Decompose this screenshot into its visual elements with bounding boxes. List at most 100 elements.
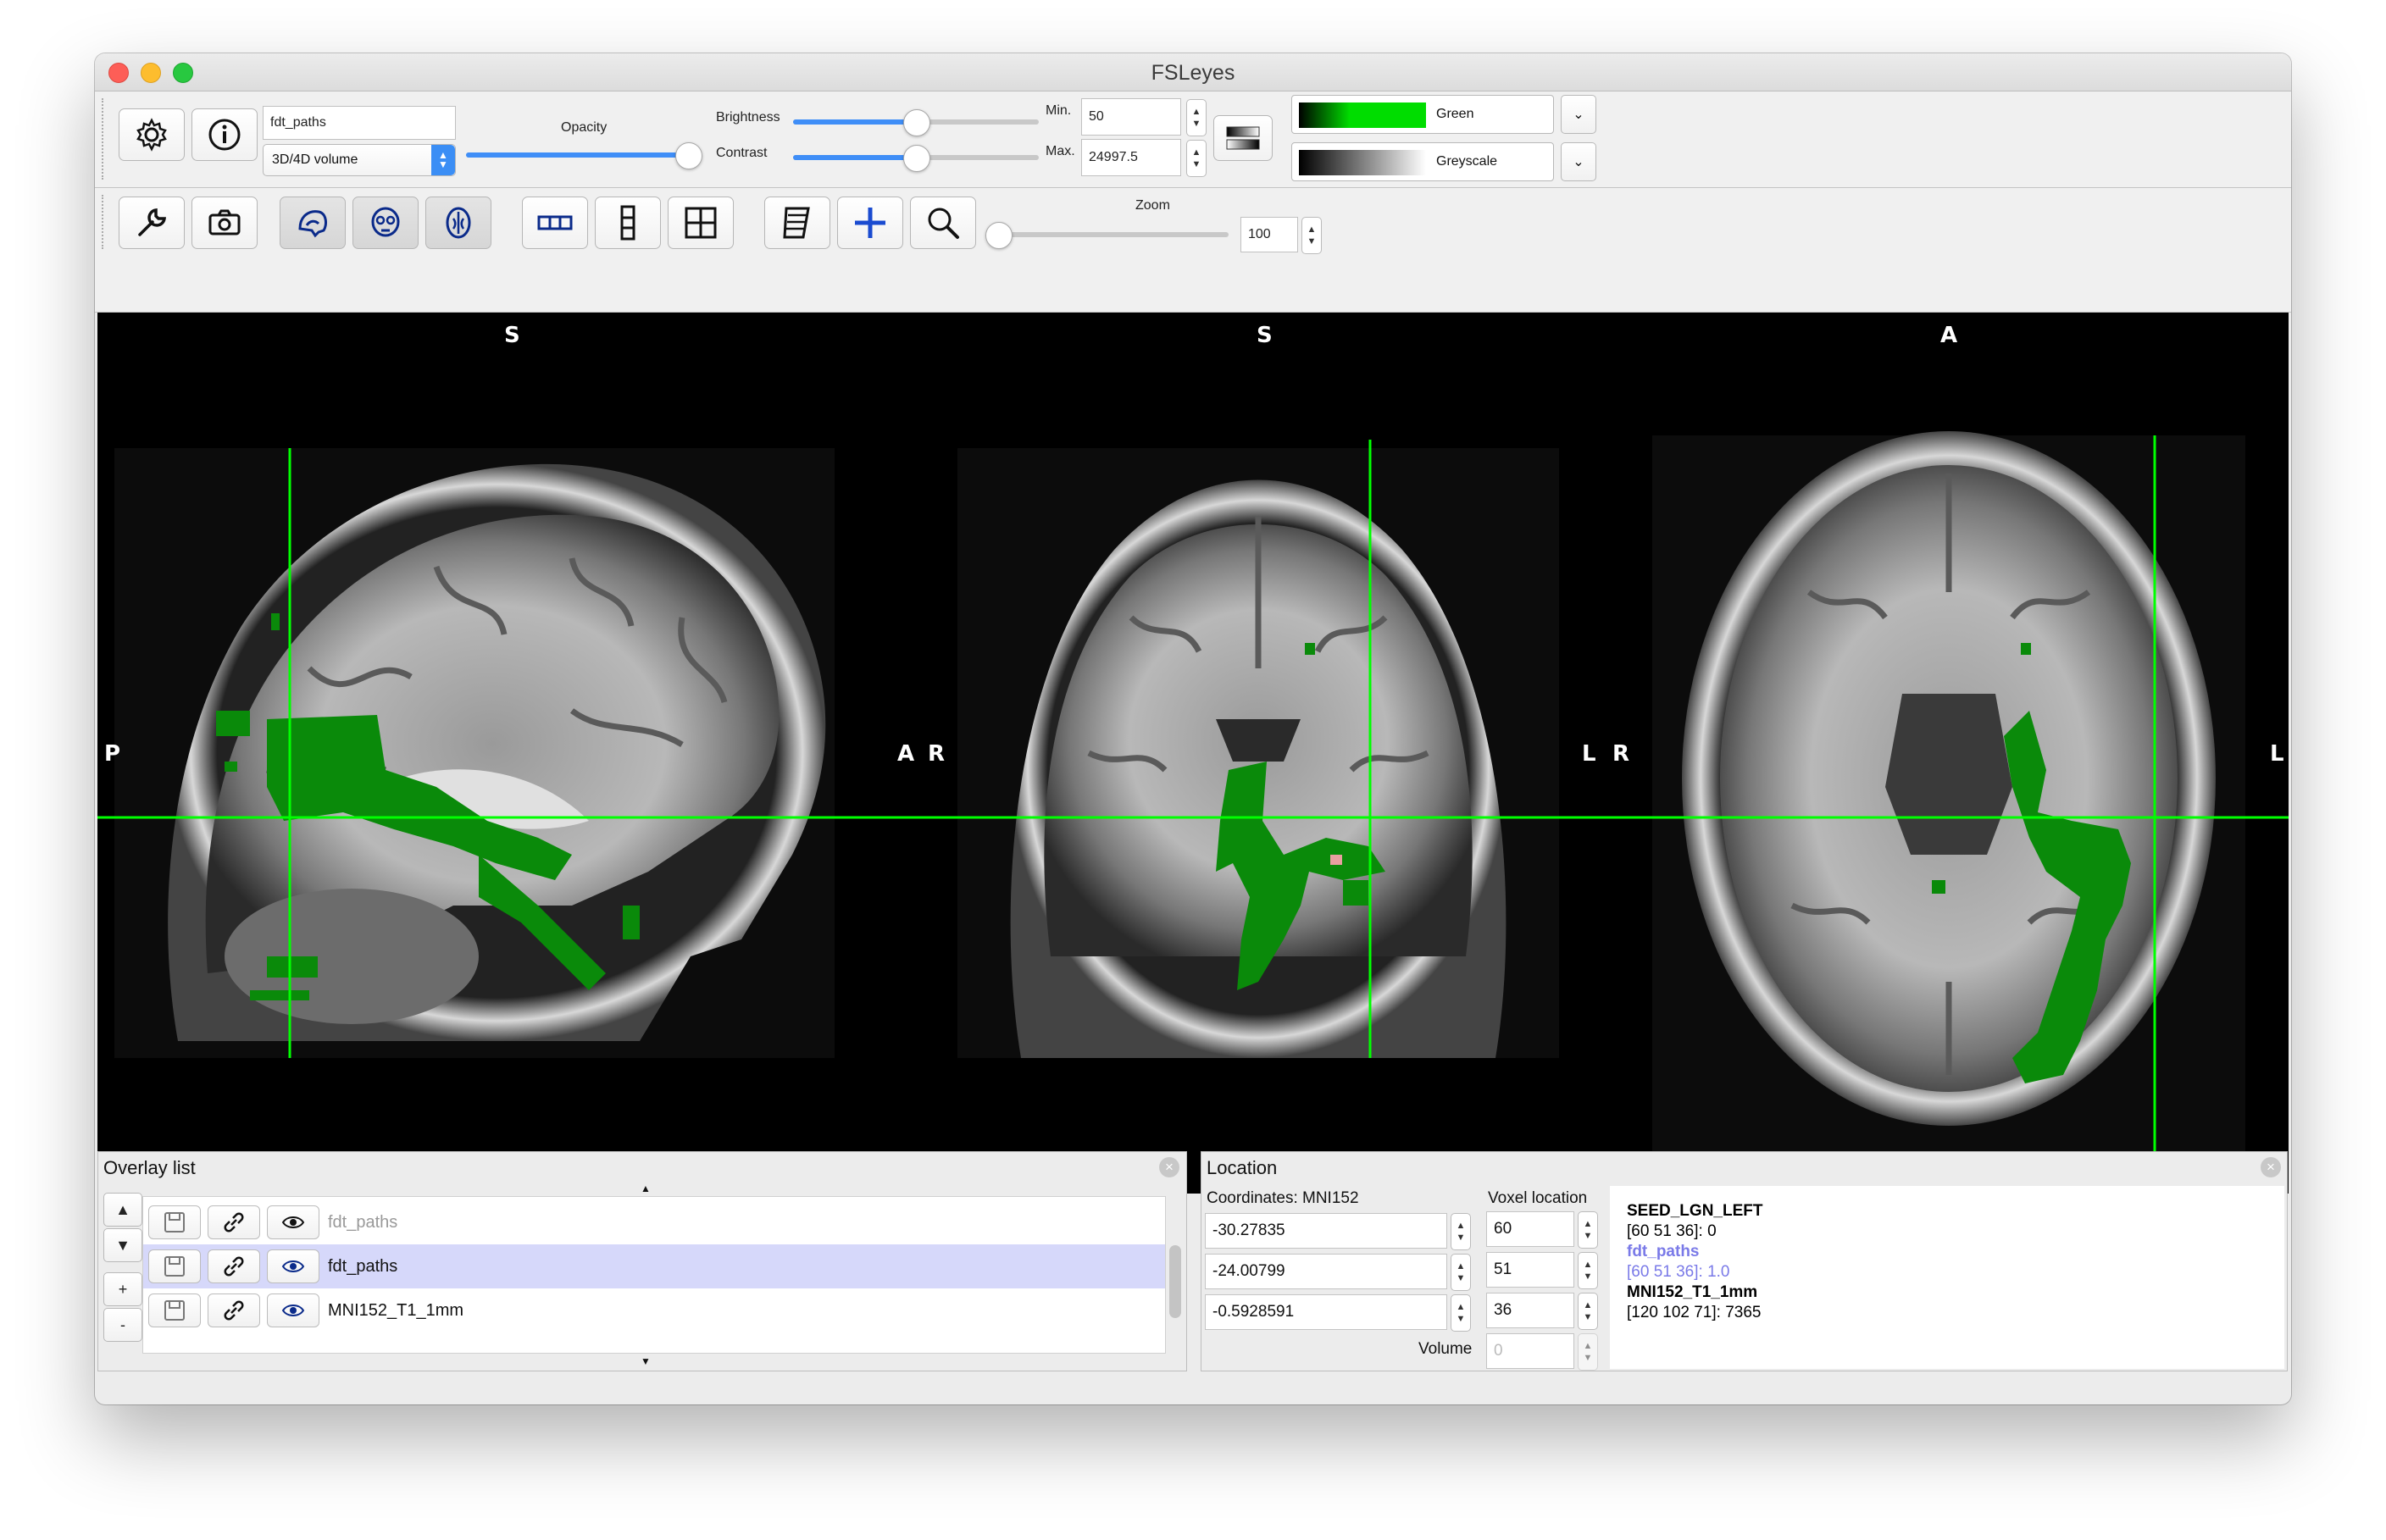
settings-button[interactable] <box>119 108 185 161</box>
primary-colormap-dropdown[interactable]: ⌄ <box>1561 95 1596 134</box>
toggle-visibility-button[interactable] <box>267 1293 319 1327</box>
coord-x-stepper[interactable]: ▲ ▼ <box>1451 1213 1471 1250</box>
secondary-colormap-select[interactable]: Greyscale <box>1291 142 1554 181</box>
coronal-view[interactable] <box>957 440 1559 1058</box>
coord-y-stepper[interactable]: ▲ ▼ <box>1451 1254 1471 1291</box>
eye-icon <box>281 1305 305 1316</box>
link-overlay-button[interactable] <box>208 1249 260 1283</box>
ortho-canvas[interactable] <box>97 313 2289 1194</box>
zoom-button[interactable] <box>910 197 976 249</box>
overlay-type-value: 3D/4D volume <box>272 152 358 167</box>
opacity-slider[interactable] <box>466 152 688 158</box>
zoom-stepper[interactable]: ▲ ▼ <box>1301 217 1322 254</box>
max-stepper[interactable]: ▲ ▼ <box>1186 140 1207 177</box>
secondary-colormap-dropdown[interactable]: ⌄ <box>1561 142 1596 181</box>
list-scroll-up-icon[interactable]: ▲ <box>641 1183 651 1194</box>
wrench-icon <box>138 208 166 236</box>
toggle-sagittal-button[interactable] <box>280 197 346 249</box>
show-cursor-button[interactable] <box>837 197 903 249</box>
contrast-slider-knob[interactable] <box>903 145 930 172</box>
voxel-x-field[interactable]: 60 <box>1486 1211 1574 1247</box>
volume-field[interactable]: 0 <box>1486 1333 1574 1369</box>
overlay-name-field[interactable]: fdt_paths <box>263 106 456 140</box>
zoom-label: Zoom <box>1135 198 1170 213</box>
add-overlay-button[interactable]: + <box>103 1272 142 1306</box>
zoom-value-field[interactable]: 100 <box>1240 217 1298 252</box>
min-value-field[interactable]: 50 <box>1081 98 1181 136</box>
link-overlay-button[interactable] <box>208 1205 260 1239</box>
save-overlay-button[interactable] <box>148 1249 201 1283</box>
min-label: Min. <box>1046 103 1072 118</box>
coord-z-stepper[interactable]: ▲ ▼ <box>1451 1294 1471 1332</box>
camera-icon <box>208 209 241 235</box>
save-icon <box>164 1212 185 1233</box>
brightness-label: Brightness <box>716 110 780 125</box>
overlay-row[interactable]: MNI152_T1_1mm <box>143 1288 1165 1332</box>
toggle-coronal-button[interactable] <box>352 197 419 249</box>
move-overlay-up-button[interactable]: ▲ <box>103 1193 142 1227</box>
volume-stepper[interactable]: ▲ ▼ <box>1578 1333 1598 1371</box>
vertical-layout-button[interactable] <box>595 197 661 249</box>
ortho-view-toolbar: Zoom 100 ▲ ▼ <box>95 188 2291 313</box>
primary-colormap-select[interactable]: Green <box>1291 95 1554 134</box>
sagittal-view[interactable] <box>114 448 835 1058</box>
move-overlay-down-button[interactable]: ▼ <box>103 1228 142 1262</box>
remove-overlay-button[interactable]: - <box>103 1308 142 1342</box>
view-settings-button[interactable] <box>119 197 185 249</box>
overlay-row[interactable]: fdt_paths <box>143 1200 1165 1244</box>
zoom-slider-knob[interactable] <box>985 222 1013 249</box>
axial-view[interactable] <box>1652 431 2245 1164</box>
toolbar-grip[interactable] <box>102 195 108 249</box>
max-value-field[interactable]: 24997.5 <box>1081 139 1181 176</box>
voxel-x-stepper[interactable]: ▲ ▼ <box>1578 1211 1598 1249</box>
min-stepper[interactable]: ▲ ▼ <box>1186 99 1207 136</box>
voxel-z-stepper[interactable]: ▲ ▼ <box>1578 1293 1598 1330</box>
sagittal-left-label: P <box>104 741 121 767</box>
horizontal-layout-button[interactable] <box>522 197 588 249</box>
info-entry: MNI152_T1_1mm [120 102 71]: 7365 <box>1627 1282 1761 1323</box>
gear-icon <box>136 118 167 152</box>
info-entry: SEED_LGN_LEFT [60 51 36]: 0 <box>1627 1201 1762 1242</box>
sagittal-top-label: S <box>504 323 520 348</box>
chevron-down-icon: ⌄ <box>1573 108 1584 122</box>
overlay-list: fdt_paths fdt_paths MNI152_T1_1mm <box>142 1196 1166 1354</box>
ortho-viewer[interactable]: S I P A S I R L A P R L <box>97 313 2289 1194</box>
voxel-y-field[interactable]: 51 <box>1486 1252 1574 1288</box>
info-entry: fdt_paths [60 51 36]: 1.0 <box>1627 1242 1730 1282</box>
coordinates-label: Coordinates: MNI152 <box>1207 1189 1359 1207</box>
link-overlay-button[interactable] <box>208 1293 260 1327</box>
movie-mode-button[interactable] <box>764 197 830 249</box>
list-scroll-down-icon[interactable]: ▼ <box>641 1355 651 1367</box>
toggle-axial-button[interactable] <box>425 197 491 249</box>
toggle-visibility-button[interactable] <box>267 1205 319 1239</box>
invert-colormap-button[interactable] <box>1213 115 1273 161</box>
info-button[interactable] <box>191 108 258 161</box>
toolbar-grip[interactable] <box>102 98 108 180</box>
coord-x-field[interactable]: -30.27835 <box>1205 1213 1447 1249</box>
save-icon <box>164 1256 185 1277</box>
overlay-list-scrollbar[interactable] <box>1169 1245 1181 1318</box>
overlay-row-selected[interactable]: fdt_paths <box>143 1244 1165 1288</box>
screenshot-button[interactable] <box>191 197 258 249</box>
coord-z-field[interactable]: -0.5928591 <box>1205 1294 1447 1330</box>
opacity-slider-knob[interactable] <box>675 142 702 169</box>
coord-y-field[interactable]: -24.00799 <box>1205 1254 1447 1289</box>
eye-icon <box>281 1216 305 1228</box>
chevron-updown-icon: ▲ ▼ <box>431 145 455 175</box>
overlay-type-select[interactable]: 3D/4D volume ▲ ▼ <box>263 144 456 176</box>
coronal-icon <box>371 207 400 237</box>
coronal-left-label: R <box>928 741 946 767</box>
save-overlay-button[interactable] <box>148 1293 201 1327</box>
brightness-slider-knob[interactable] <box>903 109 930 136</box>
toggle-visibility-button[interactable] <box>267 1249 319 1283</box>
save-overlay-button[interactable] <box>148 1205 201 1239</box>
close-panel-icon[interactable]: × <box>2261 1157 2281 1177</box>
coronal-right-label: L <box>1582 741 1596 767</box>
grid-layout-button[interactable] <box>668 197 734 249</box>
voxel-z-field[interactable]: 36 <box>1486 1293 1574 1328</box>
info-icon <box>208 119 241 151</box>
volume-label: Volume <box>1418 1340 1473 1358</box>
close-panel-icon[interactable]: × <box>1159 1157 1179 1177</box>
voxel-y-stepper[interactable]: ▲ ▼ <box>1578 1252 1598 1289</box>
zoom-slider[interactable] <box>998 232 1229 237</box>
